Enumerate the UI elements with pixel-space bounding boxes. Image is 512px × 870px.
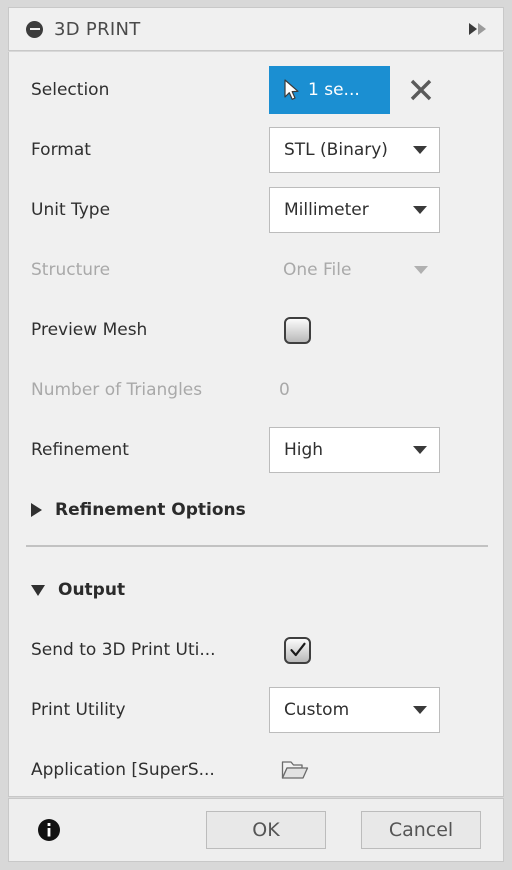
send-to-utility-label: Send to 3D Print Uti... xyxy=(31,640,216,660)
minus-circle-icon[interactable] xyxy=(26,20,43,38)
preview-mesh-checkbox[interactable] xyxy=(284,316,311,344)
selection-label: Selection xyxy=(31,80,110,100)
number-of-triangles-value: 0 xyxy=(279,380,290,400)
row-send-to-utility: Send to 3D Print Uti... xyxy=(9,620,503,680)
dialog-footer: OK Cancel xyxy=(8,798,504,862)
refinement-label: Refinement xyxy=(31,440,129,460)
section-output[interactable]: Output xyxy=(31,580,125,600)
output-label: Output xyxy=(58,580,126,600)
cursor-arrow-icon xyxy=(284,79,299,100)
3d-print-dialog: 3D PRINT Selection 1 se... Format STL (B… xyxy=(0,0,512,870)
row-output-section: Output xyxy=(9,560,503,620)
row-application: Application [SuperS... xyxy=(9,740,503,800)
structure-value: One File xyxy=(283,260,352,280)
cancel-button[interactable]: Cancel xyxy=(361,811,481,849)
refinement-value: High xyxy=(284,440,324,460)
row-print-utility: Print Utility Custom xyxy=(9,680,503,740)
unit-type-value: Millimeter xyxy=(284,200,369,220)
print-utility-dropdown[interactable]: Custom xyxy=(269,687,440,733)
send-to-utility-checkbox[interactable] xyxy=(284,636,311,664)
section-divider xyxy=(26,545,488,547)
page-title: 3D PRINT xyxy=(54,18,141,40)
section-refinement-options[interactable]: Refinement Options xyxy=(31,500,246,520)
application-label: Application [SuperS... xyxy=(31,760,215,780)
fast-forward-tri-1 xyxy=(469,23,477,35)
refinement-options-label: Refinement Options xyxy=(55,500,246,520)
format-label: Format xyxy=(31,140,91,160)
chevron-down-icon xyxy=(414,266,428,274)
print-utility-label: Print Utility xyxy=(31,700,126,720)
row-format: Format STL (Binary) xyxy=(9,120,503,180)
row-selection: Selection 1 se... xyxy=(9,60,503,120)
row-refinement: Refinement High xyxy=(9,420,503,480)
selection-button-label: 1 se... xyxy=(308,80,360,100)
selection-button[interactable]: 1 se... xyxy=(269,66,390,114)
triangle-down-icon xyxy=(31,584,45,596)
row-preview-mesh: Preview Mesh xyxy=(9,300,503,360)
format-value: STL (Binary) xyxy=(284,140,388,160)
unit-type-label: Unit Type xyxy=(31,200,111,220)
close-x-icon[interactable] xyxy=(408,77,434,103)
structure-dropdown: One File xyxy=(269,247,440,293)
structure-label: Structure xyxy=(31,260,111,280)
format-dropdown[interactable]: STL (Binary) xyxy=(269,127,440,173)
dialog-body: Selection 1 se... Format STL (Binary) Un… xyxy=(8,52,504,797)
row-unit-type: Unit Type Millimeter xyxy=(9,180,503,240)
folder-open-icon[interactable] xyxy=(281,758,309,782)
info-icon[interactable] xyxy=(37,818,61,842)
chevron-down-icon xyxy=(413,146,427,154)
chevron-down-icon xyxy=(413,706,427,714)
refinement-dropdown[interactable]: High xyxy=(269,427,440,473)
row-refinement-options: Refinement Options xyxy=(9,480,503,540)
chevron-down-icon xyxy=(413,446,427,454)
ok-button[interactable]: OK xyxy=(206,811,326,849)
check-icon xyxy=(289,642,306,657)
number-of-triangles-label: Number of Triangles xyxy=(31,380,203,400)
print-utility-value: Custom xyxy=(284,700,350,720)
chevron-down-icon xyxy=(413,206,427,214)
unit-type-dropdown[interactable]: Millimeter xyxy=(269,187,440,233)
triangle-right-icon xyxy=(31,503,42,517)
row-number-of-triangles: Number of Triangles 0 xyxy=(9,360,503,420)
fast-forward-icon[interactable] xyxy=(469,23,486,35)
fast-forward-tri-2 xyxy=(478,23,486,35)
dialog-titlebar: 3D PRINT xyxy=(8,7,504,51)
preview-mesh-label: Preview Mesh xyxy=(31,320,148,340)
row-structure: Structure One File xyxy=(9,240,503,300)
